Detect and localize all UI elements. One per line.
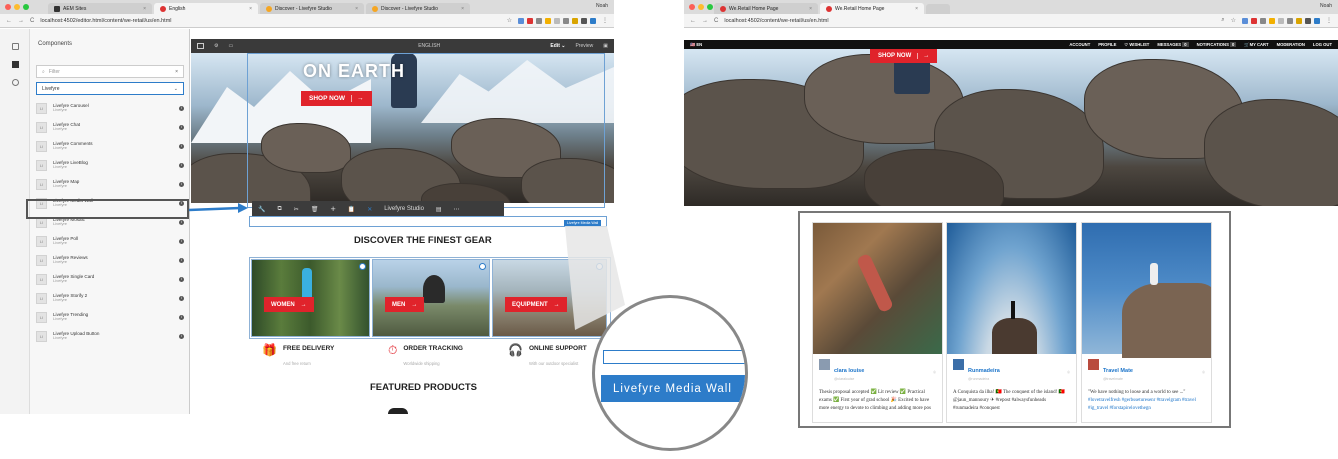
- card-text: "We have nothing to loose and a world to…: [1088, 389, 1205, 412]
- nav-logout[interactable]: LOG OUT: [1313, 42, 1332, 47]
- star-icon[interactable]: ☆: [1231, 17, 1236, 24]
- media-card[interactable]: clara louise @claralouise ◎ Thesis propos…: [812, 222, 943, 423]
- address-bar: ← → C localhost:4502/content/we-retail/u…: [684, 14, 1338, 28]
- nav-account[interactable]: ACCOUNT: [1069, 42, 1090, 47]
- instagram-icon: ◎: [1066, 370, 1070, 374]
- card-meta: Runmadeira @runmadeira: [953, 359, 1000, 381]
- nav-messages[interactable]: MESSAGES 0: [1157, 42, 1189, 47]
- nav-cart-label: MY CART: [1249, 41, 1269, 47]
- nav-moderation[interactable]: MODERATION: [1277, 42, 1305, 47]
- tab-label: We.Retail Home Page: [729, 5, 779, 12]
- site-nav: 🇺🇸 EN ACCOUNT PROFILE ♡ WISHLIST MESSAGE…: [684, 40, 1338, 49]
- hero-image: SHOP NOW →: [684, 49, 1338, 206]
- shop-now-button[interactable]: SHOP NOW →: [870, 49, 938, 63]
- forward-icon[interactable]: →: [702, 18, 708, 24]
- climbing-photo: [813, 223, 942, 354]
- instagram-icon: ◎: [1201, 370, 1205, 374]
- close-icon[interactable]: ×: [809, 6, 812, 12]
- reload-icon[interactable]: C: [714, 18, 718, 24]
- zoom-icon[interactable]: ⌕: [1221, 17, 1224, 24]
- nav-notifications[interactable]: NOTIFICATIONS 0: [1197, 42, 1237, 47]
- url-input[interactable]: localhost:4502/content/we-retail/us/en.h…: [724, 18, 1215, 24]
- messages-count: 0: [1182, 42, 1189, 47]
- nav-notifications-label: NOTIFICATIONS: [1196, 42, 1229, 47]
- card-text: A Conquista da ilha! 🇵🇹 The conquest of …: [953, 390, 1065, 411]
- tab-home-2[interactable]: We.Retail Home Page ×: [820, 3, 924, 14]
- nav-messages-label: MESSAGES: [1157, 42, 1182, 47]
- zoom-outline: [603, 350, 745, 364]
- notifications-count: 0: [1230, 42, 1237, 47]
- card-handle: @claralouise: [834, 377, 855, 381]
- clouds-summit-photo: [947, 223, 1076, 354]
- window-controls[interactable]: [689, 4, 713, 10]
- locale-select[interactable]: 🇺🇸 EN: [690, 42, 702, 48]
- shop-now-label: SHOP NOW: [878, 53, 912, 59]
- tab-label: We.Retail Home Page: [835, 5, 885, 12]
- card-hashtags[interactable]: #lovetravelfresh #gerbsseturesenr #trave…: [1088, 398, 1196, 411]
- right-browser-window: We.Retail Home Page × We.Retail Home Page…: [684, 0, 1338, 206]
- person-figure: [1150, 263, 1158, 285]
- arrow-right-icon: →: [917, 53, 929, 59]
- new-tab-button[interactable]: [926, 4, 950, 14]
- zoom-tag: Livefyre Media Wall: [601, 375, 745, 402]
- card-quote: "We have nothing to loose and a world to…: [1088, 390, 1186, 395]
- favicon-icon: [826, 5, 832, 12]
- zoom-magnifier: Livefyre Media Wall: [592, 295, 748, 451]
- locale-label: EN: [696, 41, 703, 47]
- avatar: [819, 359, 830, 370]
- avatar: [953, 359, 964, 370]
- back-icon[interactable]: ←: [690, 18, 696, 24]
- tab-home-1[interactable]: We.Retail Home Page ×: [714, 3, 818, 14]
- cliff-photo: [1082, 223, 1211, 358]
- nav-wishlist-label: WISHLIST: [1129, 42, 1150, 47]
- card-meta: clara louise @claralouise: [819, 359, 864, 381]
- climber-figure: [855, 252, 895, 314]
- nav-profile[interactable]: PROFILE: [1098, 42, 1116, 47]
- card-username[interactable]: Runmadeira: [968, 368, 1000, 374]
- close-icon[interactable]: ×: [915, 6, 918, 12]
- cliff-rock: [1122, 283, 1211, 358]
- menu-icon[interactable]: ⋮: [1326, 17, 1332, 24]
- person-figure: [1011, 301, 1015, 319]
- card-handle: @travelmate: [1103, 377, 1123, 381]
- instagram-icon: ◎: [932, 370, 936, 374]
- card-username[interactable]: clara louise: [834, 368, 864, 374]
- favicon-icon: [720, 5, 726, 12]
- avatar: [1088, 359, 1099, 370]
- summit-rock: [992, 318, 1037, 354]
- tab-bar: We.Retail Home Page × We.Retail Home Page…: [684, 0, 1338, 14]
- extensions: [1242, 17, 1320, 24]
- card-username[interactable]: Travel Mate: [1103, 368, 1133, 374]
- media-card[interactable]: Travel Mate @travelmate ◎ "We have nothin…: [1081, 222, 1212, 423]
- card-handle: @runmadeira: [968, 377, 990, 381]
- card-meta: Travel Mate @travelmate: [1088, 359, 1133, 381]
- media-card[interactable]: Runmadeira @runmadeira ◎ A Conquista da i…: [946, 222, 1077, 423]
- nav-cart[interactable]: 🛒MY CART: [1244, 42, 1268, 48]
- profile-name[interactable]: Noah: [1320, 3, 1332, 9]
- media-wall-frame: clara louise @claralouise ◎ Thesis propos…: [798, 211, 1231, 428]
- card-text: Thesis proposal accepted ✅ Lit review ✅ …: [819, 390, 931, 411]
- nav-wishlist[interactable]: ♡ WISHLIST: [1124, 42, 1149, 47]
